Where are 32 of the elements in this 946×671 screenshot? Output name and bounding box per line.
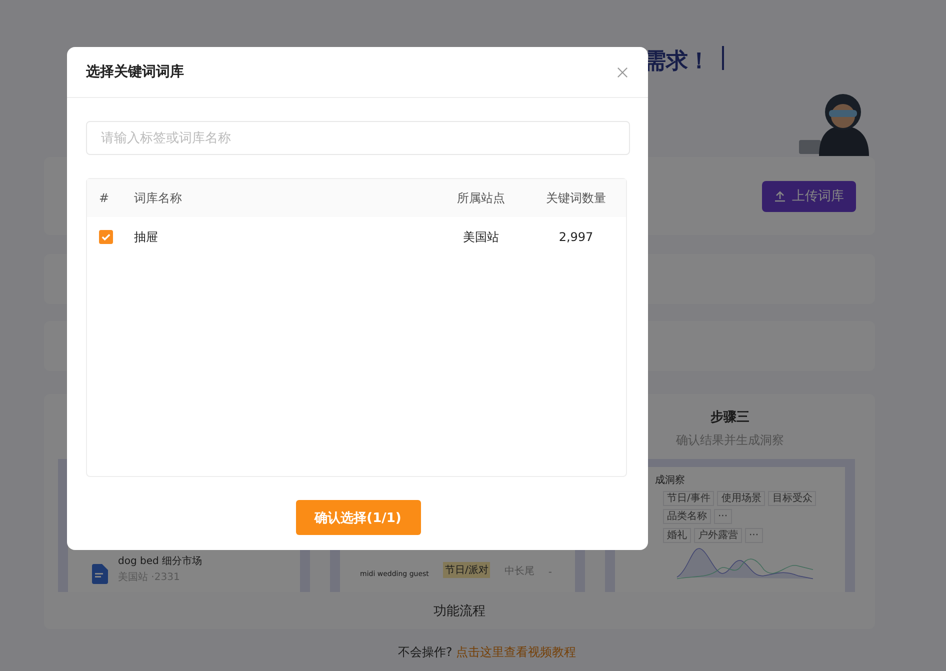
section-title: 功能流程	[434, 603, 486, 621]
document-icon	[92, 564, 108, 584]
tutorial-link[interactable]: 点击这里查看视频教程	[456, 644, 576, 661]
column-header: 关键词数量	[545, 190, 607, 206]
tag-chip: 婚礼	[663, 528, 691, 543]
tag-chip: ···	[745, 528, 763, 543]
column-header: 词库名称	[134, 190, 183, 206]
tag-chip: 目标受众	[768, 491, 816, 506]
file-name: dog bed 细分市场	[118, 554, 202, 568]
tag-chip: 品类名称	[663, 509, 711, 524]
dialog-title: 选择关键词词库	[86, 63, 184, 81]
column-header: 所属站点	[456, 190, 506, 206]
table-cell-text: 2,997	[558, 230, 594, 244]
close-icon[interactable]	[617, 66, 628, 78]
table-cell-text: 美国站	[462, 228, 500, 246]
upload-button[interactable]: 上传词库	[762, 180, 856, 212]
tag-chip: 户外露营	[694, 528, 742, 543]
preview-title: 成洞察	[655, 474, 686, 487]
column-header: #	[98, 191, 110, 205]
table-cell-text: 抽屉	[134, 228, 159, 246]
keyword-dash: -	[548, 567, 552, 578]
tag-chip: ···	[714, 509, 732, 524]
confirm-button[interactable]: 确认选择(1/1)	[296, 500, 420, 535]
help-text: 不会操作?	[398, 644, 452, 661]
tag-chip: 节日/事件	[663, 491, 714, 506]
text-cursor	[722, 46, 724, 70]
search-field[interactable]: 请输入标签或词库名称	[86, 121, 630, 155]
step-title: 步骤三	[710, 409, 750, 426]
tag-chip: 使用场景	[717, 491, 766, 506]
checkbox[interactable]	[99, 230, 113, 244]
upload-icon	[774, 190, 786, 202]
keyword-tag: 节日/派对	[442, 562, 490, 578]
